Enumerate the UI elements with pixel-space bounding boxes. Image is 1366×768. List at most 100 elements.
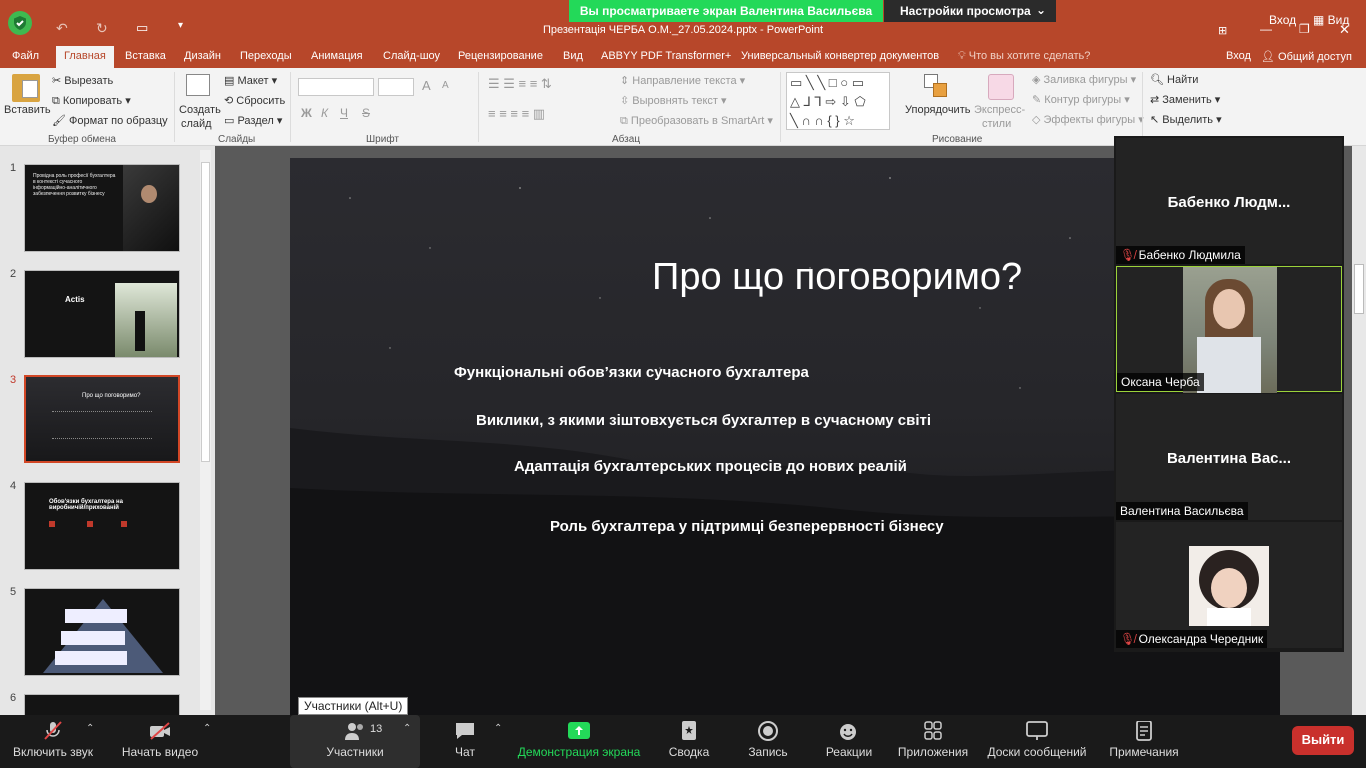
record-icon: [758, 721, 778, 741]
quick-styles-button[interactable]: Экспресс-: [974, 104, 1025, 116]
slide-bullet[interactable]: Роль бухгалтера у підтримці безперервнос…: [550, 518, 944, 535]
record-button[interactable]: Запись: [742, 721, 794, 759]
layout-button[interactable]: ▤ Макет ▾: [224, 74, 277, 87]
italic-button[interactable]: К: [321, 106, 328, 120]
slide-thumbnail-6[interactable]: [24, 694, 180, 715]
find-button[interactable]: 🔍︎ Найти: [1150, 73, 1198, 86]
tab-file[interactable]: Файл: [12, 50, 39, 62]
participants-count: 13: [370, 723, 383, 735]
slide-thumbnail-2[interactable]: Actis: [24, 270, 180, 358]
format-painter-button[interactable]: 🖌︎ Формат по образцу: [52, 114, 168, 127]
mic-muted-icon: [44, 721, 62, 740]
copy-button[interactable]: ⧉ Копировать ▾: [52, 94, 131, 108]
leave-button[interactable]: Выйти: [1292, 726, 1354, 755]
apps-button[interactable]: Приложения: [894, 721, 972, 759]
restore-icon[interactable]: ❐: [1299, 22, 1310, 36]
close-icon[interactable]: ✕: [1339, 22, 1350, 38]
shapes-gallery[interactable]: ▭ ╲ ╲ □ ○ ▭ △ ⅃ ⅂ ⇨ ⇩ ⬠ ╲ ∩ ∩ { } ☆: [786, 72, 890, 130]
tab-home[interactable]: Главная: [56, 46, 114, 68]
share-screen-button[interactable]: Демонстрация экрана: [514, 721, 644, 759]
tab-transitions[interactable]: Переходы: [240, 50, 292, 62]
ribbon-display-icon[interactable]: ⊞: [1218, 24, 1227, 37]
tab-insert[interactable]: Вставка: [125, 50, 166, 62]
tab-review[interactable]: Рецензирование: [458, 50, 543, 62]
tab-animations[interactable]: Анимация: [311, 50, 363, 62]
arrange-button[interactable]: Упорядочить: [905, 104, 970, 116]
participant-tile-active[interactable]: Оксана Черба: [1116, 266, 1342, 393]
reactions-button[interactable]: Реакции: [820, 721, 878, 759]
start-video-button[interactable]: Начать видео: [116, 721, 204, 759]
slide-thumbnail-4[interactable]: Обов'язки бухгалтера на виробничій/прихо…: [24, 482, 180, 570]
select-button[interactable]: ↖ Выделить ▾: [1150, 113, 1222, 126]
share-screen-label: Демонстрация экрана: [517, 745, 641, 759]
participant-tile[interactable]: Валентина Вас... Валентина Васильєва: [1116, 394, 1342, 520]
bullets-icon[interactable]: ☰ ☰ ≡ ≡ ⇅: [488, 76, 552, 92]
shape-outline-button[interactable]: ✎ Контур фигуры ▾: [1032, 93, 1130, 106]
sign-in-top[interactable]: Вход: [1269, 13, 1296, 27]
cut-button[interactable]: ✂ Вырезать: [52, 74, 113, 87]
tab-design[interactable]: Дизайн: [184, 50, 221, 62]
chevron-down-icon: ⌄: [1035, 3, 1046, 17]
participant-tile[interactable]: Бабенко Людм... 🎙︎̸ Бабенко Людмила: [1116, 138, 1342, 264]
title-bar: ↶ ↻ ▭ ▾ Вы просматриваете экран Валентин…: [0, 0, 1366, 46]
shape-fill-button[interactable]: ◈ Заливка фигуры ▾: [1032, 73, 1136, 86]
chevron-up-icon[interactable]: ⌃: [203, 723, 211, 734]
slide-title[interactable]: Про що поговоримо?: [652, 256, 1022, 299]
slide-thumbnail-3[interactable]: Про що поговоримо?: [24, 375, 180, 463]
new-slide-icon[interactable]: [186, 74, 210, 96]
replace-label: Заменить: [1162, 94, 1212, 106]
shape-effects-button[interactable]: ◇ Эффекты фигуры ▾: [1032, 113, 1144, 126]
underline-button[interactable]: Ч: [340, 106, 348, 120]
chevron-up-icon[interactable]: ⌃: [86, 723, 94, 734]
new-slide-button-2[interactable]: слайд: [181, 118, 212, 130]
slide-thumbnails-pane[interactable]: 1 Провідна роль професії бухгалтера в ко…: [0, 146, 215, 715]
reset-button[interactable]: ⟲ Сбросить: [224, 94, 285, 107]
thumb-photo: [123, 165, 179, 251]
font-shrink-button[interactable]: A: [442, 80, 449, 91]
whiteboards-button[interactable]: Доски сообщений: [984, 721, 1090, 759]
replace-button[interactable]: ⇄ Заменить ▾: [1150, 93, 1220, 106]
tab-converter[interactable]: Универсальный конвертер документов: [741, 50, 939, 62]
tab-view[interactable]: Вид: [563, 50, 583, 62]
participants-button[interactable]: Участники: [312, 721, 398, 759]
slide-thumbnail-5[interactable]: [24, 588, 180, 676]
tab-abbyy[interactable]: ABBYY PDF Transformer+: [601, 50, 731, 62]
participant-tile[interactable]: 🎙︎̸ Олександра Чередник: [1116, 522, 1342, 648]
sign-in-link[interactable]: Вход: [1226, 50, 1251, 62]
tab-slideshow[interactable]: Слайд-шоу: [383, 50, 440, 62]
share-doc-button[interactable]: 👤︎ Общий доступ: [1261, 50, 1352, 63]
quick-styles-button-2[interactable]: стили: [982, 118, 1011, 130]
font-size-input[interactable]: [378, 78, 414, 96]
minimize-icon[interactable]: —: [1260, 22, 1272, 36]
align-icon[interactable]: ≡ ≡ ≡ ≡ ▥: [488, 106, 545, 122]
divider: [780, 72, 781, 142]
arrange-icon[interactable]: [924, 74, 950, 100]
tell-me-box[interactable]: 💡︎ Что вы хотите сделать?: [958, 50, 1090, 63]
quick-styles-icon[interactable]: [988, 74, 1014, 100]
paste-button[interactable]: Вставить: [4, 104, 51, 116]
text-direction-button[interactable]: ⇕ Направление текста ▾: [620, 74, 745, 87]
strike-button[interactable]: S: [362, 106, 370, 120]
chevron-up-icon[interactable]: ⌃: [494, 723, 502, 734]
slide-bullet[interactable]: Функціональні обов’язки сучасного бухгал…: [454, 364, 809, 381]
notes-button[interactable]: Примечания: [1104, 721, 1184, 759]
slide-bullet[interactable]: Виклики, з якими зіштовхується бухгалтер…: [476, 412, 931, 429]
new-slide-button[interactable]: Создать: [179, 104, 221, 116]
font-grow-button[interactable]: A: [422, 78, 431, 93]
summary-button[interactable]: Сводка: [664, 721, 714, 759]
paste-icon[interactable]: [12, 74, 40, 102]
slide-bullet[interactable]: Адаптація бухгалтерських процесів до нов…: [514, 458, 907, 475]
chevron-up-icon[interactable]: ⌃: [403, 723, 411, 734]
editor-scrollbar[interactable]: [1352, 146, 1366, 715]
smartart-button[interactable]: ⧉ Преобразовать в SmartArt ▾: [620, 114, 773, 128]
font-name-input[interactable]: [298, 78, 374, 96]
thumbs-scrollbar[interactable]: [200, 150, 211, 710]
bold-button[interactable]: Ж: [301, 106, 312, 120]
section-button[interactable]: ▭ Раздел ▾: [224, 114, 282, 127]
apps-label: Приложения: [897, 745, 969, 759]
chat-button[interactable]: Чат: [440, 721, 490, 759]
view-options-button[interactable]: Настройки просмотра ⌄: [884, 0, 1056, 22]
align-text-button[interactable]: ⇳ Выровнять текст ▾: [620, 94, 727, 107]
slide-thumbnail-1[interactable]: Провідна роль професії бухгалтера в конт…: [24, 164, 180, 252]
chat-label: Чат: [455, 745, 475, 759]
